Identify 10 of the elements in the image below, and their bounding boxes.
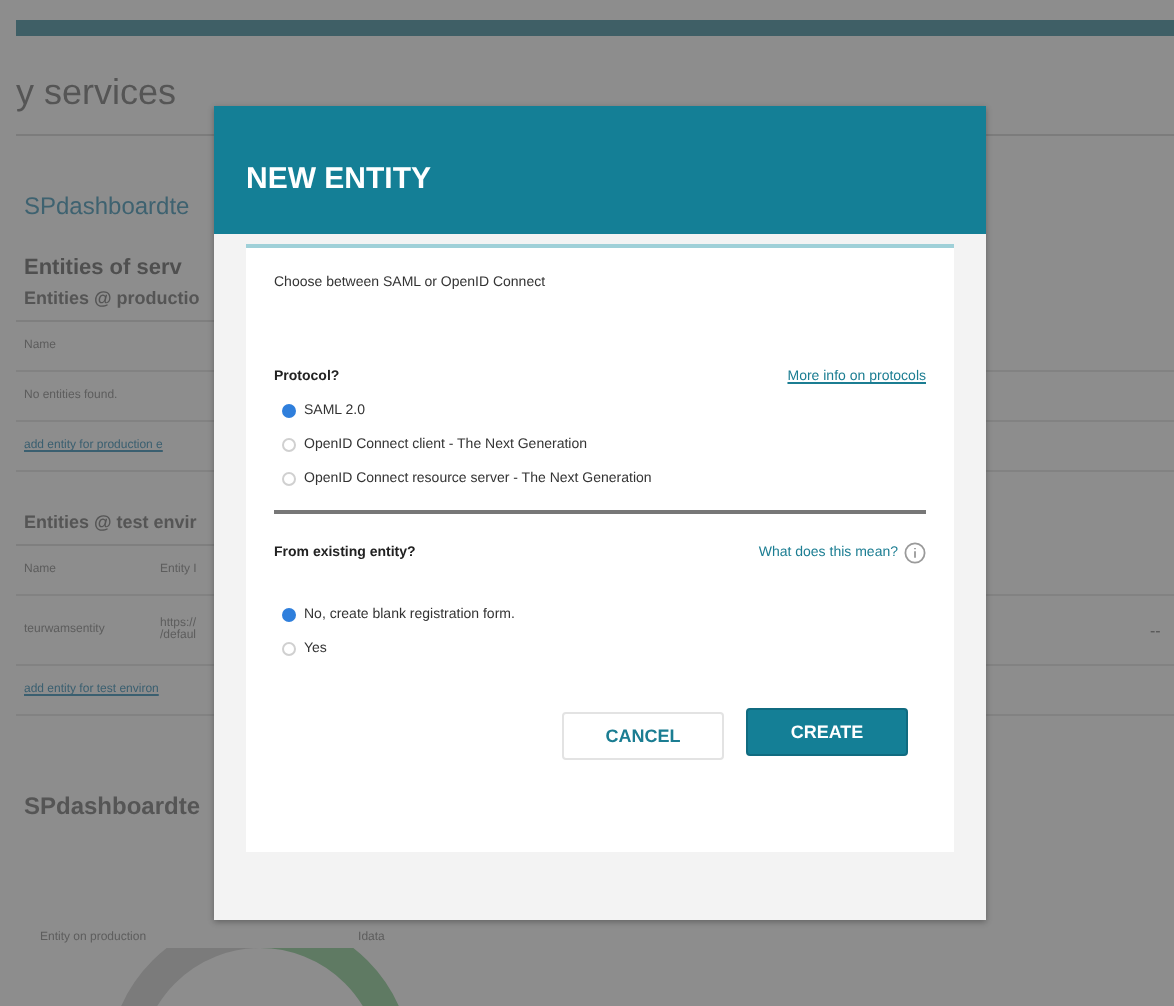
create-button[interactable]: CREATE (746, 708, 908, 756)
page-heading: y services (16, 70, 179, 116)
service-name: SPdashboardte (22, 192, 190, 220)
info-icon[interactable] (904, 542, 926, 564)
radio-button[interactable] (282, 404, 296, 418)
radio-button[interactable] (282, 608, 296, 622)
stats-title: SPdashboardte (22, 790, 201, 820)
dialog-title: NEW ENTITY (246, 161, 431, 195)
section-heading: Entities of serv (22, 256, 182, 280)
cancel-button[interactable]: CANCEL (562, 712, 724, 760)
